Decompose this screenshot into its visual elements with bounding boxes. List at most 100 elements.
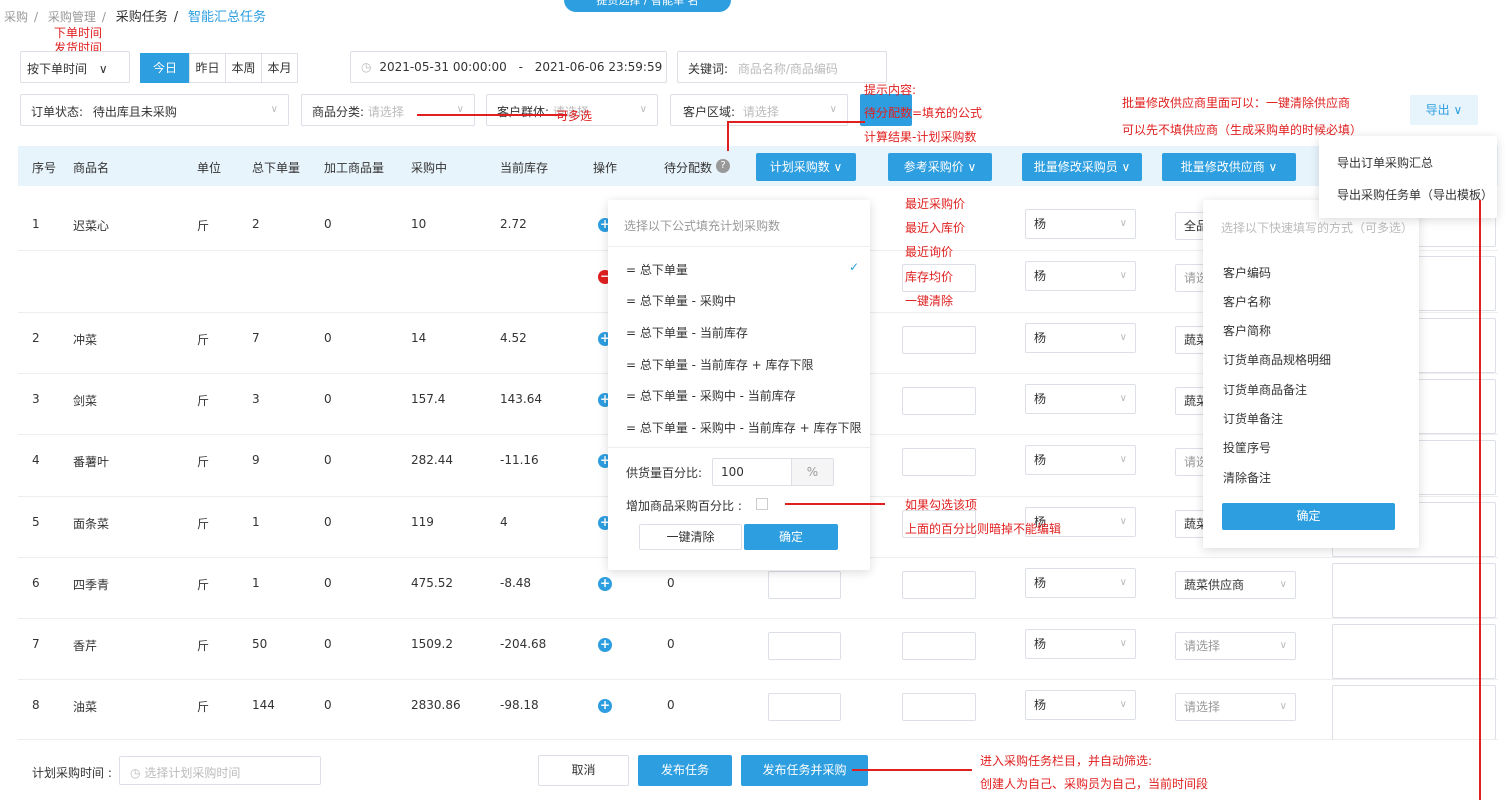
add-row-icon[interactable]: + xyxy=(598,638,612,652)
cell-unit: 斤 xyxy=(197,578,210,592)
cell-name: 四季青 xyxy=(73,578,110,592)
group-label: 客户群体: xyxy=(497,105,550,119)
supply-pct-label: 供货量百分比: xyxy=(626,466,703,480)
fill-option[interactable]: 订货单商品规格明细 xyxy=(1223,351,1331,368)
add-pct-checkbox[interactable] xyxy=(756,498,768,510)
buyer-select[interactable]: 杨 ∨ xyxy=(1025,568,1136,598)
fill-option[interactable]: 投筐序号 xyxy=(1223,439,1271,456)
cell-to-allocate: 0 xyxy=(667,637,675,651)
add-row-icon[interactable]: + xyxy=(598,577,612,591)
annotation-price-opt: 库存均价 xyxy=(905,270,954,284)
formula-clear-button[interactable]: 一键清除 xyxy=(639,524,742,550)
chevron-down-icon: ∨ xyxy=(1119,577,1127,588)
remark-textarea[interactable] xyxy=(1332,563,1496,618)
buyer-select[interactable]: 杨 ∨ xyxy=(1025,384,1136,414)
export-option[interactable]: 导出订单采购汇总 xyxy=(1337,154,1433,171)
remark-textarea[interactable] xyxy=(1332,624,1496,679)
buyer-select[interactable]: 杨 ∨ xyxy=(1025,445,1136,475)
annotation-price-opt: 最近入库价 xyxy=(905,221,966,235)
time-type-select[interactable]: 按下单时间 ∨ xyxy=(20,51,130,83)
buyer-select[interactable]: 杨 ∨ xyxy=(1025,323,1136,353)
cell-buying: 2830.86 xyxy=(411,698,461,712)
supplier-popup-title: 选择以下快速填写的方式（可多选） xyxy=(1221,221,1414,235)
supplier-select[interactable]: 请选择 ∨ xyxy=(1175,693,1296,721)
time-option-order[interactable]: 下单时间 xyxy=(54,26,102,41)
chevron-down-icon: ∨ xyxy=(1279,701,1287,712)
plan-qty-header-button[interactable]: 计划采购数 ∨ xyxy=(756,153,856,181)
cell-total: 144 xyxy=(252,698,275,712)
supplier-select[interactable]: 蔬菜供应商 ∨ xyxy=(1175,571,1296,599)
order-status-select[interactable]: 订单状态: 待出库且未采购 ∨ xyxy=(20,94,289,126)
publish-task-button[interactable]: 发布任务 xyxy=(638,755,732,786)
breadcrumb-item[interactable]: 采购管理 xyxy=(48,10,96,24)
add-row-icon[interactable]: + xyxy=(598,699,612,713)
quick-date-today[interactable]: 今日 xyxy=(140,53,190,83)
quick-date-group: 今日 昨日 本周 本月 xyxy=(140,53,298,83)
fill-option[interactable]: 客户名称 xyxy=(1223,293,1271,310)
supplier-confirm-button[interactable]: 确定 xyxy=(1222,503,1395,530)
export-button[interactable]: 导出 ∨ xyxy=(1410,95,1478,125)
publish-and-buy-button[interactable]: 发布任务并采购 xyxy=(741,755,868,786)
cell-no: 3 xyxy=(32,392,40,406)
cell-total: 50 xyxy=(252,637,268,651)
ref-price-input[interactable] xyxy=(902,326,976,354)
fill-option[interactable]: 客户简称 xyxy=(1223,322,1271,339)
buyer-value: 杨 xyxy=(1034,217,1047,231)
date-range-picker[interactable]: ◷ 2021-05-31 00:00:00 - 2021-06-06 23:59… xyxy=(350,51,667,83)
buyer-select[interactable]: 杨 ∨ xyxy=(1025,690,1136,720)
ref-price-input[interactable] xyxy=(902,693,976,721)
cell-no: 5 xyxy=(32,515,40,529)
annotation-price-opt: 一键清除 xyxy=(905,294,954,308)
breadcrumb-item[interactable]: 采购任务 xyxy=(116,10,168,25)
batch-supplier-button[interactable]: 批量修改供应商 ∨ xyxy=(1162,153,1296,181)
formula-option[interactable]: = 总下单量 - 采购中 xyxy=(626,292,736,309)
th-processed: 加工商品量 xyxy=(324,161,385,175)
fill-option[interactable]: 订货单备注 xyxy=(1223,410,1283,427)
remark-textarea[interactable] xyxy=(1332,685,1496,740)
breadcrumb-sep: / xyxy=(34,10,39,24)
annotation-price-opt: 最近询价 xyxy=(905,245,954,259)
table-row xyxy=(18,620,19,621)
plan-time-picker[interactable]: ◷ 选择计划采购时间 xyxy=(119,756,321,785)
time-type-value: 按下单时间 xyxy=(27,62,88,76)
plan-qty-input[interactable] xyxy=(768,632,841,660)
quick-date-week[interactable]: 本周 xyxy=(225,53,262,83)
quick-date-yesterday[interactable]: 昨日 xyxy=(189,53,226,83)
ref-price-input[interactable] xyxy=(902,448,976,476)
formula-popup-title: 选择以下公式填充计划采购数 xyxy=(624,219,781,233)
supply-pct-input[interactable]: 100 % xyxy=(712,458,834,486)
formula-option[interactable]: = 总下单量 xyxy=(626,261,688,278)
formula-option[interactable]: = 总下单量 - 采购中 - 当前库存 xyxy=(626,387,796,404)
cell-no: 7 xyxy=(32,637,40,651)
plan-qty-input[interactable] xyxy=(768,571,841,599)
quick-date-month[interactable]: 本月 xyxy=(261,53,298,83)
ref-price-input[interactable] xyxy=(902,571,976,599)
fill-option[interactable]: 订货单商品备注 xyxy=(1223,381,1307,398)
buyer-select[interactable]: 杨 ∨ xyxy=(1025,261,1136,291)
ref-price-input[interactable] xyxy=(902,387,976,415)
fill-option[interactable]: 清除备注 xyxy=(1223,469,1271,486)
export-option[interactable]: 导出采购任务单（导出模板） xyxy=(1337,186,1493,203)
breadcrumb-item[interactable]: 采购 xyxy=(4,10,28,24)
batch-supplier-label: 批量修改供应商 xyxy=(1180,160,1265,174)
formula-option[interactable]: = 总下单量 - 当前库存 + 库存下限 xyxy=(626,356,814,373)
supplier-select[interactable]: 请选择 ∨ xyxy=(1175,632,1296,660)
help-icon[interactable]: ? xyxy=(716,159,730,173)
keyword-input[interactable]: 商品名称/商品编码 xyxy=(738,62,838,76)
fill-option[interactable]: 客户编码 xyxy=(1223,264,1271,281)
batch-buyer-button[interactable]: 批量修改采购员 ∨ xyxy=(1022,153,1142,181)
cell-unit: 斤 xyxy=(197,455,210,469)
ref-price-header-button[interactable]: 参考采购价 ∨ xyxy=(888,153,992,181)
top-tab-button[interactable]: 提货选择 / 智能单 名 xyxy=(564,0,731,12)
keyword-search[interactable]: 关键词: 商品名称/商品编码 xyxy=(677,51,887,83)
formula-confirm-button[interactable]: 确定 xyxy=(744,524,838,550)
cell-no: 1 xyxy=(32,217,40,231)
buyer-select[interactable]: 杨 ∨ xyxy=(1025,209,1136,239)
formula-option[interactable]: = 总下单量 - 当前库存 xyxy=(626,324,748,341)
plan-qty-input[interactable] xyxy=(768,693,841,721)
category-select[interactable]: 商品分类: 请选择 ∨ xyxy=(301,94,475,126)
buyer-select[interactable]: 杨 ∨ xyxy=(1025,629,1136,659)
cancel-button[interactable]: 取消 xyxy=(538,755,629,786)
formula-option[interactable]: = 总下单量 - 采购中 - 当前库存 + 库存下限 xyxy=(626,419,861,436)
ref-price-input[interactable] xyxy=(902,632,976,660)
